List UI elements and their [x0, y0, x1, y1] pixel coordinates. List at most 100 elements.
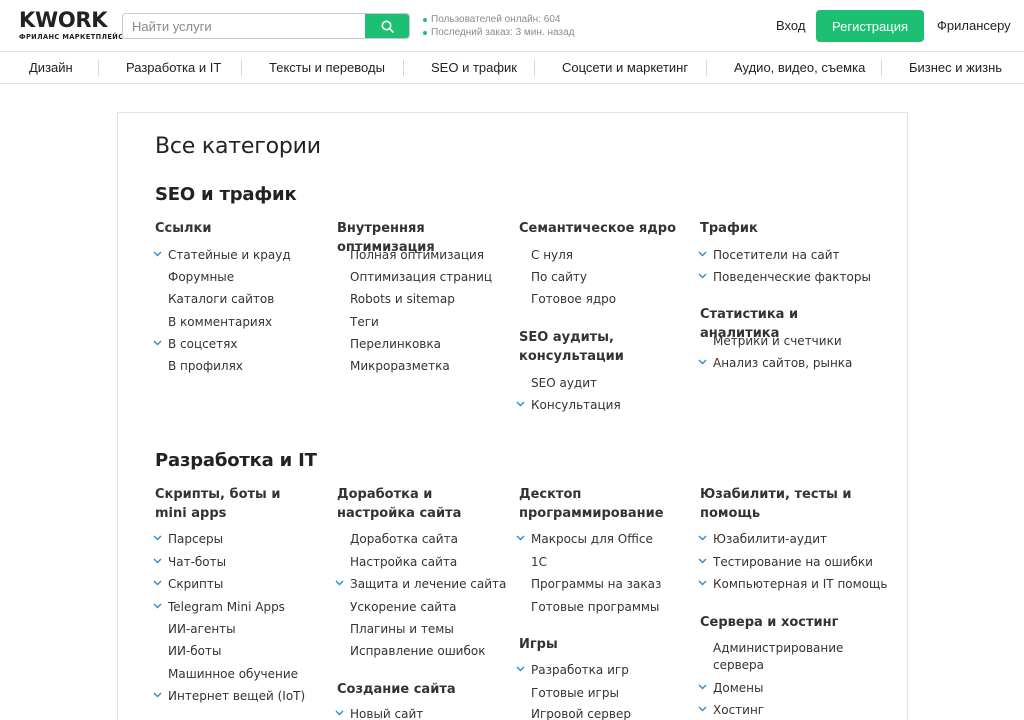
kwork-logo[interactable]: KWORK ФРИЛАНС МАРКЕТПЛЕЙС: [19, 8, 124, 42]
group-title[interactable]: Создание сайта: [337, 680, 507, 699]
category-link[interactable]: Макросы для Office: [516, 531, 653, 548]
category-link[interactable]: Администрирование сервера: [713, 640, 853, 674]
category-link[interactable]: Чат-боты: [153, 554, 226, 571]
category-link[interactable]: 1С: [531, 554, 547, 571]
chevron-down-icon[interactable]: [153, 558, 162, 564]
category-link[interactable]: Машинное обучение: [168, 666, 298, 683]
category-link[interactable]: В профилях: [168, 358, 243, 375]
nav-divider: [706, 60, 707, 76]
category-link[interactable]: Скрипты: [153, 576, 223, 593]
category-link[interactable]: Тестирование на ошибки: [698, 554, 873, 571]
group-title[interactable]: Юзабилити, тесты и помощь: [700, 485, 860, 523]
group-title[interactable]: Десктоп программирование: [519, 485, 679, 523]
category-link[interactable]: Посетители на сайт: [698, 247, 840, 264]
chevron-down-icon[interactable]: [698, 273, 707, 279]
category-link[interactable]: Программы на заказ: [531, 576, 661, 593]
category-link[interactable]: Анализ сайтов, рынка: [698, 355, 852, 372]
chevron-down-icon[interactable]: [516, 535, 525, 541]
search-input[interactable]: [123, 14, 365, 38]
freelancer-link[interactable]: Фрилансеру: [937, 18, 1011, 33]
chevron-down-icon[interactable]: [153, 535, 162, 541]
chevron-down-icon[interactable]: [335, 580, 344, 586]
chevron-down-icon[interactable]: [698, 580, 707, 586]
login-link[interactable]: Вход: [776, 18, 805, 33]
group-title[interactable]: Скрипты, боты и mini apps: [155, 485, 315, 523]
category-link[interactable]: Полная оптимизация: [350, 247, 484, 264]
category-link[interactable]: SEO аудит: [531, 375, 597, 392]
category-link[interactable]: Хостинг: [698, 702, 764, 719]
chevron-down-icon[interactable]: [516, 666, 525, 672]
stat-last-order: Последний заказ: 3 мин. назад: [431, 27, 575, 38]
category-link[interactable]: Метрики и счетчики: [713, 333, 842, 350]
chevron-down-icon[interactable]: [698, 535, 707, 541]
nav-divider: [241, 60, 242, 76]
category-link[interactable]: Готовые программы: [531, 599, 659, 616]
category-link[interactable]: Готовое ядро: [531, 291, 616, 308]
category-link[interactable]: Ускорение сайта: [350, 599, 456, 616]
category-link[interactable]: Микроразметка: [350, 358, 450, 375]
site-header: KWORK ФРИЛАНС МАРКЕТПЛЕЙС Пользователей …: [0, 0, 1024, 52]
chevron-down-icon[interactable]: [516, 401, 525, 407]
nav-development[interactable]: Разработка и IT: [126, 52, 221, 84]
category-link[interactable]: ИИ-боты: [168, 643, 222, 660]
category-link[interactable]: Защита и лечение сайта: [335, 576, 506, 593]
group-title[interactable]: Трафик: [700, 219, 870, 238]
group-title[interactable]: Игры: [519, 635, 689, 654]
logo-tagline: ФРИЛАНС МАРКЕТПЛЕЙС: [19, 33, 124, 41]
category-link[interactable]: Robots и sitemap: [350, 291, 455, 308]
chevron-down-icon[interactable]: [335, 710, 344, 716]
category-link[interactable]: В комментариях: [168, 314, 272, 331]
nav-business[interactable]: Бизнес и жизнь: [909, 52, 1002, 84]
chevron-down-icon[interactable]: [698, 558, 707, 564]
chevron-down-icon[interactable]: [698, 706, 707, 712]
nav-social[interactable]: Соцсети и маркетинг: [562, 52, 688, 84]
category-link[interactable]: Статейные и крауд: [153, 247, 291, 264]
chevron-down-icon[interactable]: [153, 603, 162, 609]
nav-media[interactable]: Аудио, видео, съемка: [734, 52, 865, 84]
category-link[interactable]: Юзабилити-аудит: [698, 531, 827, 548]
category-link[interactable]: ИИ-агенты: [168, 621, 236, 638]
category-link[interactable]: Интернет вещей (IoT): [153, 688, 305, 705]
category-link[interactable]: Оптимизация страниц: [350, 269, 492, 286]
category-link[interactable]: Парсеры: [153, 531, 223, 548]
category-link[interactable]: Доработка сайта: [350, 531, 458, 548]
chevron-down-icon[interactable]: [698, 684, 707, 690]
category-link[interactable]: Перелинковка: [350, 336, 441, 353]
group-title[interactable]: Сервера и хостинг: [700, 613, 870, 632]
category-link[interactable]: Новый сайт: [335, 706, 423, 720]
nav-divider: [403, 60, 404, 76]
group-title[interactable]: Ссылки: [155, 219, 325, 238]
nav-seo[interactable]: SEO и трафик: [431, 52, 517, 84]
category-link[interactable]: В соцсетях: [153, 336, 237, 353]
chevron-down-icon[interactable]: [153, 340, 162, 346]
group-title[interactable]: Доработка и настройка сайта: [337, 485, 502, 523]
category-link[interactable]: Поведенческие факторы: [698, 269, 871, 286]
category-link[interactable]: С нуля: [531, 247, 573, 264]
category-link[interactable]: Игровой сервер: [531, 706, 631, 720]
category-link[interactable]: Telegram Mini Apps: [153, 599, 285, 616]
chevron-down-icon[interactable]: [153, 580, 162, 586]
chevron-down-icon[interactable]: [153, 692, 162, 698]
category-link[interactable]: Каталоги сайтов: [168, 291, 274, 308]
category-link[interactable]: Форумные: [168, 269, 234, 286]
category-link[interactable]: Домены: [698, 680, 763, 697]
category-link[interactable]: Плагины и темы: [350, 621, 454, 638]
search-button[interactable]: [365, 14, 409, 38]
category-link[interactable]: По сайту: [531, 269, 587, 286]
group-title[interactable]: SEO аудиты, консультации: [519, 328, 679, 366]
chevron-down-icon[interactable]: [698, 359, 707, 365]
logo-wordmark: KWORK: [19, 8, 108, 32]
category-link[interactable]: Компьютерная и IT помощь: [698, 576, 887, 593]
category-link[interactable]: Исправление ошибок: [350, 643, 485, 660]
chevron-down-icon[interactable]: [698, 251, 707, 257]
register-button[interactable]: Регистрация: [816, 10, 924, 42]
nav-design[interactable]: Дизайн: [29, 52, 73, 84]
group-title[interactable]: Семантическое ядро: [519, 219, 689, 238]
nav-texts[interactable]: Тексты и переводы: [269, 52, 385, 84]
category-link[interactable]: Теги: [350, 314, 379, 331]
category-link[interactable]: Разработка игр: [516, 662, 629, 679]
category-link[interactable]: Консультация: [516, 397, 621, 414]
chevron-down-icon[interactable]: [153, 251, 162, 257]
category-link[interactable]: Готовые игры: [531, 685, 619, 702]
category-link[interactable]: Настройка сайта: [350, 554, 457, 571]
